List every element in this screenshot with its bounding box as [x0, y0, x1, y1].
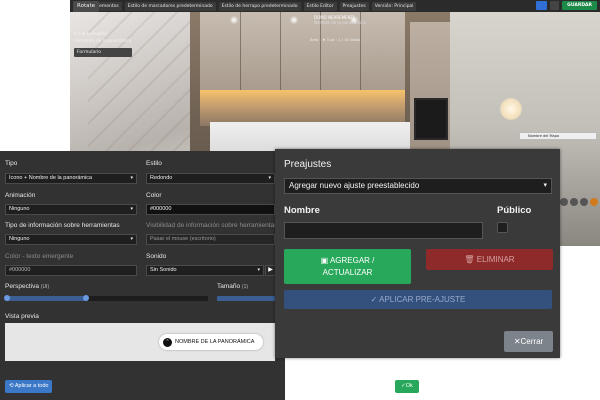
sonido-select[interactable]: Sin Sonido ▾ [146, 265, 264, 276]
tipo-info-select-value: Ninguno [9, 236, 30, 242]
apply-all-button[interactable]: ⟲ Aplicar a todo [5, 380, 53, 393]
scene-left-line-1[interactable]: Ir a la animación [74, 30, 132, 37]
preset-select[interactable]: Agregar nuevo ajuste preestablecido ▾ [284, 178, 552, 194]
toggle-icon[interactable] [550, 1, 560, 10]
grid-icon[interactable] [536, 1, 548, 10]
preset-select-value: Agregar nuevo ajuste preestablecido [289, 181, 420, 190]
toolbar-item-marker-style[interactable]: Estilo de marcadores predeterminado [124, 1, 216, 11]
panorama-meta: Área ◦ ♦ 3 ud ◦ 1 / 10 Vistas [310, 38, 361, 42]
hud-buttons [560, 198, 598, 206]
apply-all-label: Aplicar a todo [14, 383, 49, 389]
tamano-unit: (1) [241, 284, 249, 290]
color-texto-label: Color - texto emergente [5, 253, 74, 260]
map-mini-window[interactable]: Nombre del Mapa [519, 132, 597, 140]
close-icon: ✕ [513, 337, 521, 346]
preset-name-input[interactable] [284, 222, 483, 239]
panorama-oven [414, 98, 448, 140]
preview-chip-text: NOMBRE DE LA PANORÁMICA [175, 339, 255, 345]
hud-button-1[interactable] [560, 198, 568, 206]
editor-toolbar: Lista de elementos Rotate Estilo de marc… [70, 0, 600, 12]
tipo-select[interactable]: Icono + Nombre de la panorámica ▾ [5, 173, 137, 184]
delete-label: ELIMINAR [476, 255, 515, 264]
vista-previa-label: Vista previa [5, 313, 39, 320]
perspectiva-label-text: Perspectiva [5, 283, 39, 290]
perspectiva-slider-fill [5, 296, 86, 301]
tamano-label-text: Tamaño [217, 283, 241, 290]
save-button[interactable]: GUARDAR [562, 1, 597, 10]
hud-button-4[interactable] [590, 198, 598, 206]
ok-label: Ok [405, 383, 413, 389]
marker-properties-panel: Tipo Icono + Nombre de la panorámica ▾ E… [0, 151, 285, 400]
toolbar-item-version[interactable]: Versión: Principal [371, 1, 417, 11]
panorama-subtitle: Nombre de la panorámica [314, 20, 366, 25]
scene-left-panel: Ir a la animación Animación de la panorá… [74, 30, 132, 57]
check-icon: ✓ [370, 295, 378, 304]
color-label: Color [146, 192, 162, 199]
preset-name-label: Nombre [284, 205, 320, 216]
panorama-title: DOMO NEAREMENTI Nombre de la panorámica [314, 15, 366, 25]
add-label-2: ACTUALIZAR [322, 267, 373, 277]
toolbar-right: GUARDAR [536, 1, 597, 10]
toolbar-item-rotate[interactable]: Rotate [73, 0, 100, 12]
estilo-label: Estilo [146, 160, 162, 167]
hud-button-3[interactable] [580, 198, 588, 206]
perspectiva-unit: (UI) [40, 284, 50, 290]
visibilidad-select[interactable]: Pasar el mouse (escritorio) [146, 234, 275, 245]
apply-preset-button[interactable]: ✓ APLICAR PRE-AJUSTE [284, 290, 552, 309]
preset-public-checkbox[interactable] [497, 222, 508, 233]
animacion-select[interactable]: Ninguno ▾ [5, 204, 137, 215]
color-field[interactable]: #000000 [146, 204, 275, 215]
color-texto-field[interactable]: #000000 [5, 265, 137, 276]
tipo-label: Tipo [5, 160, 18, 167]
chevron-down-icon: ▾ [257, 267, 260, 273]
toolbar-item-presets[interactable]: Preajustes [339, 1, 369, 11]
panorama-lamp [500, 98, 522, 120]
presets-dialog: Preajustes Agregar nuevo ajuste preestab… [275, 149, 560, 358]
delete-button[interactable]: 🗑 ELIMINAR [426, 249, 553, 270]
scene-left-line-2[interactable]: Animación de la panorámica [74, 37, 132, 44]
hud-button-2[interactable] [570, 198, 578, 206]
preset-public-label: Público [497, 205, 532, 216]
scene-form-select[interactable]: Formulario [74, 48, 132, 57]
perspectiva-label: Perspectiva (UI) [5, 283, 49, 290]
apply-preset-label: APLICAR PRE-AJUSTE [379, 295, 466, 304]
chevron-down-icon: ▾ [130, 236, 133, 242]
tipo-info-label: Tipo de información sobre herramientas [5, 222, 120, 229]
chevron-down-icon: ▾ [543, 182, 547, 189]
add-label-1: AGREGAR / [329, 255, 375, 265]
estilo-select[interactable]: Redondo ▾ [146, 173, 275, 184]
tamano-slider[interactable] [217, 296, 275, 301]
save-icon: ▣ [320, 255, 329, 265]
animacion-select-value: Ninguno [9, 206, 30, 212]
apply-icon: ⟲ [9, 383, 14, 389]
close-button[interactable]: ✕Cerrar [504, 331, 553, 352]
play-icon: ▶ [268, 267, 273, 273]
preview-marker-chip: ⌃ NOMBRE DE LA PANORÁMICA [159, 334, 263, 350]
add-update-button[interactable]: ▣ AGREGAR / ACTUALIZAR [284, 249, 411, 284]
close-label: Cerrar [520, 337, 544, 346]
chevron-down-icon: ▾ [268, 175, 271, 181]
presets-dialog-title: Preajustes [284, 159, 332, 170]
panorama-backsplash [200, 90, 405, 126]
estilo-select-value: Redondo [150, 175, 173, 181]
sonido-label: Sonido [146, 253, 167, 260]
chevron-up-icon: ⌃ [163, 337, 172, 347]
chevron-down-icon: ▾ [130, 206, 133, 212]
perspectiva-slider-handle-right[interactable] [83, 295, 89, 301]
animacion-label: Animación [5, 192, 36, 199]
tipo-select-value: Icono + Nombre de la panorámica [9, 175, 93, 181]
perspectiva-slider-handle-left[interactable] [4, 295, 10, 301]
visibilidad-label: Visibilidad de información sobre herrami… [146, 222, 278, 229]
toolbar-item-tool-style[interactable]: Estilo de herrapo predeterminado [218, 1, 301, 11]
ok-button[interactable]: ✓Ok [395, 380, 419, 393]
tamano-label: Tamaño (1) [217, 283, 248, 290]
toolbar-item-editor-style[interactable]: Estilo Editor [303, 1, 337, 11]
chevron-down-icon: ▾ [130, 175, 133, 181]
trash-icon: 🗑 [464, 255, 475, 264]
sonido-select-value: Sin Sonido [150, 267, 177, 273]
panorama-cabinets [200, 12, 405, 90]
tipo-info-select[interactable]: Ninguno ▾ [5, 234, 137, 245]
